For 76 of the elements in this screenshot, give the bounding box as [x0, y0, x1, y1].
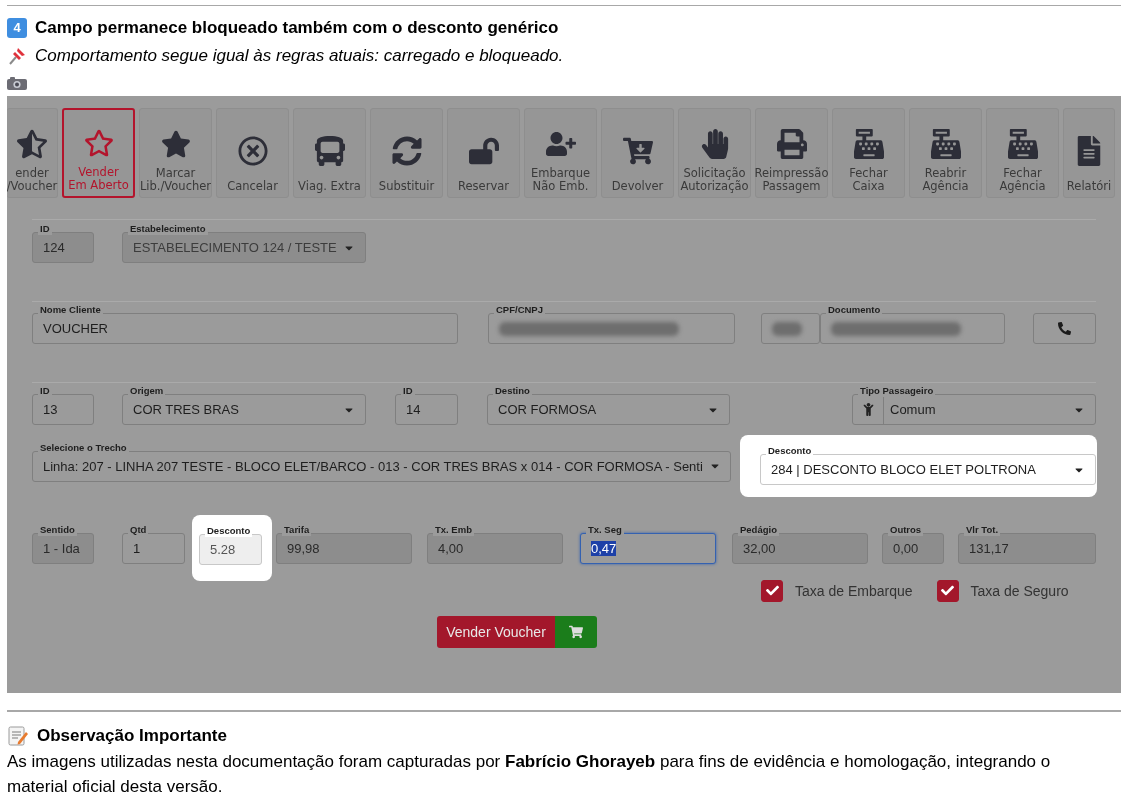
cash-register-icon	[1007, 129, 1038, 159]
toolbar-button[interactable]: Fechar Agência	[986, 108, 1059, 198]
select-field[interactable]: Linha: 207 - LINHA 207 TESTE - BLOCO ELET/BARCO - 013 - COR TRES BRAS x 014 - COR FORMOSA - Senti	[32, 450, 731, 482]
checkbox[interactable]	[761, 579, 783, 602]
toolbar-button[interactable]: Reabrir Agência	[909, 108, 982, 198]
unlock-icon	[468, 136, 499, 166]
field-label: ID	[38, 385, 52, 397]
number-badge: 4	[7, 17, 27, 38]
sell-voucher-button[interactable]: Vender Voucher	[437, 616, 555, 648]
check-icon	[765, 584, 779, 597]
field-label: Tarifa	[282, 523, 312, 536]
field-label: Estabelecimento	[128, 223, 208, 235]
phone-button[interactable]	[1033, 313, 1096, 344]
toolbar-button[interactable]: Reimpressão Passagem	[755, 108, 828, 198]
cash-register-icon	[930, 129, 961, 159]
note-text: Comportamento segue igual às regras atuais: carregado e bloqueado.	[35, 45, 564, 66]
cart-icon	[569, 625, 583, 639]
input-field[interactable]	[761, 313, 820, 344]
toolbar-button[interactable]: Marcar Lib./Voucher	[139, 108, 212, 198]
select-field[interactable]: COR FORMOSA	[487, 394, 730, 425]
section-title: Campo permanece bloqueado também com o desconto genérico	[35, 17, 559, 38]
field-label: Sentido	[38, 523, 77, 536]
memo-icon	[7, 724, 29, 747]
toolbar-button[interactable]: Fechar Caixa	[832, 108, 905, 198]
field-label: Tipo Passageiro	[858, 385, 936, 397]
select-field[interactable]: 284 | DESCONTO BLOCO ELET POLTRONA	[760, 454, 1096, 485]
field-label: Destino	[493, 385, 532, 397]
camera-icon	[7, 76, 27, 90]
phone-icon	[1058, 322, 1071, 335]
field-label: ID	[401, 385, 415, 397]
input-field[interactable]	[488, 313, 735, 344]
toolbar-button[interactable]: Viag. Extra	[293, 108, 366, 198]
input-field[interactable]: 14	[395, 394, 458, 425]
field-label: Pedágio	[738, 523, 779, 536]
field-label: Qtd	[128, 523, 149, 536]
input-field[interactable]: 13	[32, 394, 94, 425]
field-label: ID	[38, 223, 52, 235]
field-label: Tx. Emb	[433, 523, 474, 536]
field-label: Desconto	[766, 445, 814, 457]
toolbar-button[interactable]: Vender Em Aberto	[62, 108, 135, 198]
star-outline-icon	[83, 128, 114, 158]
toolbar-button[interactable]: Cancelar	[216, 108, 289, 198]
checkbox-label: Taxa de Embarque	[795, 582, 913, 599]
star-icon	[160, 129, 191, 159]
input-field[interactable]: VOUCHER	[32, 313, 458, 344]
toolbar-button[interactable]: Devolver	[601, 108, 674, 198]
section-title: Observação Importante	[37, 725, 227, 746]
field-label: Origem	[128, 385, 166, 397]
check-icon	[941, 584, 955, 597]
toolbar-button[interactable]: Solicitação Autorização	[678, 108, 751, 198]
pin-icon	[7, 45, 27, 66]
blurred-value	[772, 321, 802, 336]
toolbar-button[interactable]: Reservar	[447, 108, 520, 198]
body-paragraph: As imagens utilizadas nesta documentação foram capturadas por Fabrício Ghorayeb para fins de evidência e homologação, integrando o material oficial desta versão.	[7, 751, 1052, 798]
toolbar-button[interactable]: Relatóri	[1063, 108, 1115, 198]
star-half-icon	[17, 129, 47, 159]
hand-icon	[699, 129, 730, 159]
user-plus-icon	[545, 129, 576, 159]
field-label: Documento	[826, 304, 883, 316]
printer-icon	[776, 129, 807, 159]
cash-register-icon	[853, 129, 884, 159]
field-label: Nome Cliente	[38, 304, 103, 316]
toolbar-button[interactable]: Embarque Não Emb.	[524, 108, 597, 198]
toolbar-button[interactable]: ender /Voucher	[7, 108, 58, 198]
field-label: Selecione o Trecho	[38, 441, 129, 454]
field-label: Vlr Tot.	[964, 523, 1001, 536]
field-label: Desconto	[205, 525, 253, 537]
input-field[interactable]	[820, 313, 1005, 344]
cart-icon	[622, 136, 653, 166]
refresh-icon	[391, 136, 422, 166]
checkbox[interactable]	[936, 579, 959, 602]
bus-icon	[314, 136, 345, 166]
checkbox-label: Taxa de Seguro	[970, 582, 1069, 599]
cart-button[interactable]	[555, 616, 597, 648]
toolbar-button[interactable]: Substituir	[370, 108, 443, 198]
field-label: CPF/CNPJ	[494, 304, 545, 316]
